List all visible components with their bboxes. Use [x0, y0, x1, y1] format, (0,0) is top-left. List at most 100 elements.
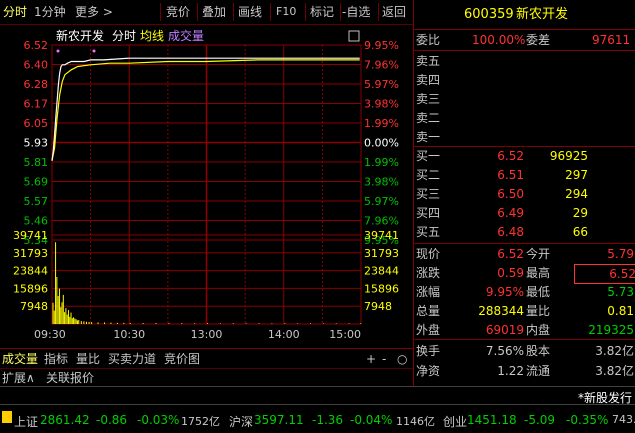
sh-value: 2861.42 — [40, 413, 90, 427]
extra-value: 1.22 — [497, 364, 524, 378]
stat-label: 量比 — [526, 304, 551, 318]
chart-toolbar: 分时 1分钟 更多 > 竞价 叠加 画线 F10 标记 -自选 返回 — [0, 0, 413, 25]
hs-label[interactable]: 沪深 — [229, 413, 253, 430]
legend-timeshare: 分时 — [112, 29, 136, 43]
bid-price[interactable]: 6.48 — [494, 223, 524, 241]
sh-change: -0.86 — [96, 413, 128, 427]
ask-label: 卖四 — [416, 73, 441, 87]
percent-tick-label: 1.99% — [364, 117, 399, 130]
settings-circle-button[interactable]: ○ — [397, 351, 407, 367]
stat-value: 6.52 — [497, 247, 524, 261]
sh-label[interactable]: 上证 — [14, 413, 38, 430]
bookmark-button[interactable]: 标记 — [310, 4, 334, 20]
stat-label: 总量 — [416, 304, 441, 318]
related-quotes-tab[interactable]: 关联报价 — [46, 370, 94, 386]
toolbar-divider — [270, 3, 271, 21]
indicator-tabs: 成交量 指标 量比 买卖力道 竞价图 + - ○ — [0, 348, 413, 369]
bid-label: 买二 — [416, 168, 441, 182]
more-periods-button[interactable]: 更多 > — [75, 4, 113, 20]
bid-price[interactable]: 6.51 — [494, 166, 524, 184]
toolbar-divider — [378, 3, 379, 21]
percent-tick-label: 1.99% — [364, 156, 399, 169]
bid-label: 买一 — [416, 149, 441, 163]
price-tick-label: 5.46 — [24, 215, 49, 228]
stock-name: 新农开发 — [516, 7, 569, 22]
volume-tick-label: 15896 — [364, 282, 399, 295]
chart-canvas[interactable]: 6.52 6.40 6.28 6.17 6.05 5.93 5.81 5.69 5.57 5.46… — [0, 24, 413, 346]
bid-label: 买三 — [416, 187, 441, 201]
cy-label[interactable]: 创业 — [443, 413, 467, 430]
divider — [414, 339, 635, 340]
volume-tick-label: 23844 — [13, 265, 48, 278]
overlay-button[interactable]: 叠加 — [202, 4, 226, 20]
extension-bar: 扩展∧ 关联报价 — [0, 368, 413, 387]
tab-volume[interactable]: 成交量 — [2, 351, 38, 367]
tab-bid-chart[interactable]: 竞价图 — [164, 351, 200, 367]
bid-price[interactable]: 6.49 — [494, 204, 524, 222]
event-marker-icon[interactable] — [56, 49, 60, 53]
toolbar-divider — [340, 3, 341, 21]
quote-panel: 600359 新农开发 委比 100.00% 委差 97611 卖五 卖四 卖三 卖二… — [413, 0, 635, 386]
weicha-value: 97611 — [592, 33, 631, 47]
maximize-icon[interactable] — [348, 30, 360, 42]
stat-value: 6.52 — [574, 264, 635, 284]
extra-value: 7.56% — [485, 344, 524, 358]
f10-button[interactable]: F10 — [276, 4, 296, 20]
stat-value: 288344 — [478, 304, 524, 318]
percent-tick-label: 5.97% — [364, 195, 399, 208]
news-ticker[interactable]: *新股发行 — [0, 386, 635, 405]
stat-label: 涨幅 — [416, 285, 441, 299]
stat-value: 0.59 — [497, 266, 524, 280]
tab-indicator[interactable]: 指标 — [44, 351, 68, 367]
percent-tick-label: 5.97% — [364, 78, 399, 91]
ask-label: 卖三 — [416, 92, 441, 106]
zoom-in-button[interactable]: + — [366, 351, 376, 367]
hs-change: -1.36 — [312, 413, 344, 427]
bid-volume: 96925 — [549, 149, 588, 163]
weibi-label: 委比 — [416, 33, 441, 47]
price-tick-label: 5.69 — [24, 176, 49, 189]
volume-tick-label: 7948 — [20, 300, 48, 313]
remove-watchlist-button[interactable]: -自选 — [342, 4, 370, 20]
stat-value: 5.79 — [607, 247, 634, 261]
bid-label: 买五 — [416, 225, 441, 239]
bid-price[interactable]: 6.52 — [494, 147, 524, 165]
sh-pct: -0.03% — [137, 413, 180, 427]
intraday-chart[interactable]: 6.52 6.40 6.28 6.17 6.05 5.93 5.81 5.69 5.57 5.46… — [0, 24, 413, 346]
time-axis-labels: 09:30 10:30 13:00 14:00 15:00 — [34, 328, 361, 341]
toolbar-divider — [233, 3, 234, 21]
stat-label: 现价 — [416, 247, 441, 261]
extra-label: 流通 — [526, 364, 551, 378]
price-tick-label: 6.05 — [24, 117, 49, 130]
cy-pct: -0.35% — [566, 413, 609, 427]
draw-line-button[interactable]: 画线 — [238, 4, 262, 20]
bid-volume: 66 — [572, 225, 588, 239]
zoom-out-button[interactable]: - — [382, 351, 386, 367]
tab-buy-sell-force[interactable]: 买卖力道 — [108, 351, 156, 367]
bid-price[interactable]: 6.50 — [494, 185, 524, 203]
ask-label: 卖二 — [416, 111, 441, 125]
stat-value: 9.95% — [485, 285, 524, 299]
price-tick-label: 6.40 — [24, 59, 49, 72]
volume-tick-label: 23844 — [364, 265, 399, 278]
legend-volume: 成交量 — [168, 28, 204, 43]
expand-button[interactable]: 扩展∧ — [2, 370, 35, 386]
tab-volume-ratio[interactable]: 量比 — [76, 351, 100, 367]
time-tick-label: 09:30 — [34, 328, 66, 341]
back-button[interactable]: 返回 — [382, 4, 406, 20]
bid-volume: 294 — [565, 187, 588, 201]
cy-change: -5.09 — [524, 413, 556, 427]
tab-one-minute[interactable]: 1分钟 — [34, 4, 66, 20]
bid-button[interactable]: 竞价 — [166, 4, 190, 20]
event-marker-icon[interactable] — [92, 49, 96, 53]
divider — [414, 243, 635, 244]
price-tick-label: 5.57 — [24, 195, 49, 208]
bid-volume: 29 — [572, 206, 588, 220]
ask-label: 卖五 — [416, 54, 441, 68]
hs-value: 3597.11 — [254, 413, 304, 427]
tab-timeshare[interactable]: 分时 — [3, 4, 27, 20]
toolbar-divider — [305, 3, 306, 21]
bid-label: 买四 — [416, 206, 441, 220]
price-tick-label: 5.93 — [24, 137, 49, 150]
legend-average: 均线 — [140, 29, 164, 43]
